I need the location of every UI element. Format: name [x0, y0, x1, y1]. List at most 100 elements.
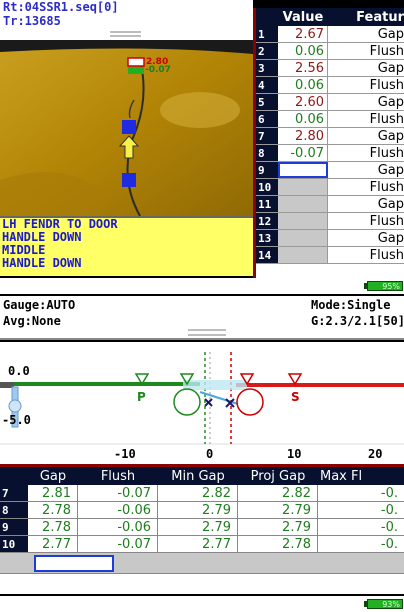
row-value: -0.07: [278, 145, 328, 161]
table-row[interactable]: 5 2.60 Gap: [256, 94, 404, 111]
row-number: 7: [256, 128, 278, 144]
x-label-ten: 10: [287, 447, 302, 461]
cell-max-flush: -0.: [380, 536, 398, 552]
status-bar-top: 95%: [0, 278, 404, 294]
row-feature: Flush: [369, 247, 404, 263]
p-label: P: [137, 390, 146, 404]
row-value: [278, 179, 328, 195]
row-feature: Gap: [377, 230, 404, 246]
gap-summary: G:2.3/2.1[50]: [311, 314, 404, 328]
measure-point-lower: [122, 173, 136, 187]
s-marker: [287, 373, 303, 386]
cell-proj-gap: 2.78: [238, 536, 318, 552]
battery-icon: 95%: [367, 281, 403, 291]
row-feature: Flush: [369, 145, 404, 161]
table-row[interactable]: 10 2.77 -0.07 2.77 2.78 -0.: [0, 536, 404, 553]
cell-min-gap: 2.79: [158, 502, 238, 518]
cell-max-flush: -0.: [380, 485, 398, 501]
cell-min-gap: 2.79: [158, 519, 238, 535]
row-number: 7: [0, 485, 28, 501]
col-max-flush: Max Fl: [320, 468, 363, 484]
row-value: 2.80: [278, 128, 328, 144]
row-feature: Flush: [369, 213, 404, 229]
cell-min-gap: 2.77: [158, 536, 238, 552]
col-min-gap: Min Gap: [171, 468, 225, 484]
gauge-mode: Gauge:AUTO: [3, 298, 76, 312]
measure-point-upper: [122, 120, 136, 134]
x-label-zero: 0: [206, 447, 214, 461]
table-row[interactable]: 3 2.56 Gap: [256, 60, 404, 77]
route-info-panel: Rt:04SSR1.seq[0] Tr:13685: [0, 0, 253, 40]
cell-min-gap: 2.82: [158, 485, 238, 501]
averaging: Avg:None: [3, 314, 61, 328]
col-proj-gap: Proj Gap: [250, 468, 306, 484]
selected-cell[interactable]: [34, 554, 114, 572]
table-row[interactable]: 9 Gap: [256, 162, 404, 179]
row-number: 4: [256, 77, 278, 93]
table-header: Value Featur: [256, 8, 404, 26]
row-number: 6: [256, 111, 278, 127]
table-row[interactable]: 10 Flush: [256, 179, 404, 196]
cell-flush: -0.06: [78, 502, 158, 518]
table-row[interactable]: 9 2.78 -0.06 2.79 2.79 -0.: [0, 519, 404, 536]
table-row[interactable]: 7 2.81 -0.07 2.82 2.82 -0.: [0, 485, 404, 502]
row-number: 5: [256, 94, 278, 110]
y-label-minus-five: -5.0: [2, 413, 31, 427]
row-number: 9: [256, 162, 278, 178]
row-feature: Flush: [369, 111, 404, 127]
left-radius-circle: [173, 388, 201, 416]
feature-results-table[interactable]: Value Featur 1 2.67 Gap 2 0.06 Flush 3 2.56 Gap 4…: [253, 8, 404, 278]
battery-icon: 93%: [367, 599, 403, 609]
table-row[interactable]: 12 Flush: [256, 213, 404, 230]
table-row[interactable]: 4 0.06 Flush: [256, 77, 404, 94]
table-row[interactable]: 11 Gap: [256, 196, 404, 213]
row-value: 0.06: [278, 43, 328, 59]
selected-value-cell[interactable]: [278, 162, 328, 178]
row-value: [278, 213, 328, 229]
table-row[interactable]: 1 2.67 Gap: [256, 26, 404, 43]
drag-handle[interactable]: [110, 31, 141, 33]
s-label: S: [291, 390, 300, 404]
cell-max-flush: -0.: [380, 519, 398, 535]
table-row-empty[interactable]: [0, 553, 404, 574]
col-flush: Flush: [100, 468, 136, 484]
row-value: 0.06: [278, 77, 328, 93]
row-feature: Gap: [377, 60, 404, 76]
drag-handle[interactable]: [188, 329, 226, 331]
measure-mode: Mode:Single: [311, 298, 391, 312]
table-row[interactable]: 6 0.06 Flush: [256, 111, 404, 128]
part-description: LH FENDR TO DOOR HANDLE DOWN MIDDLE HAND…: [0, 216, 253, 276]
camera-image: [0, 40, 253, 216]
camera-view[interactable]: 2.80 -0.07: [0, 40, 253, 216]
table-row[interactable]: 8 -0.07 Flush: [256, 145, 404, 162]
table-row[interactable]: 2 0.06 Flush: [256, 43, 404, 60]
table-row[interactable]: 14 Flush: [256, 247, 404, 264]
cell-proj-gap: 2.79: [238, 519, 318, 535]
value-header: Value: [282, 9, 324, 25]
table-row[interactable]: 8 2.78 -0.06 2.79 2.79 -0.: [0, 502, 404, 519]
table-row[interactable]: 13 Gap: [256, 230, 404, 247]
row-number: 1: [256, 26, 278, 42]
row-number: 9: [0, 519, 28, 535]
row-value: 2.56: [278, 60, 328, 76]
row-feature: Gap: [377, 26, 404, 42]
drag-handle-line: [188, 334, 226, 336]
table-row[interactable]: 7 2.80 Gap: [256, 128, 404, 145]
part-line-4: HANDLE DOWN: [2, 256, 82, 270]
row-value: [278, 230, 328, 246]
row-feature: Gap: [377, 162, 404, 178]
profile-chart[interactable]: 0.0 -5.0 -10 0 10 20 P S: [0, 342, 404, 464]
measurement-history-table[interactable]: Gap Flush Min Gap Proj Gap Max Fl 7 2.81-…: [0, 464, 404, 594]
row-number: 8: [256, 145, 278, 161]
cell-flush: -0.07: [78, 536, 158, 552]
cell-flush: -0.06: [78, 519, 158, 535]
row-feature: Gap: [377, 196, 404, 212]
row-number: 12: [256, 213, 278, 229]
x-label-minus-ten: -10: [114, 447, 136, 461]
row-value: 0.06: [278, 111, 328, 127]
row-value: 2.67: [278, 26, 328, 42]
right-radius-circle: [236, 388, 264, 416]
row-feature: Gap: [377, 94, 404, 110]
overlay-flush-value: -0.07: [145, 65, 171, 75]
row-number: 10: [0, 536, 28, 552]
